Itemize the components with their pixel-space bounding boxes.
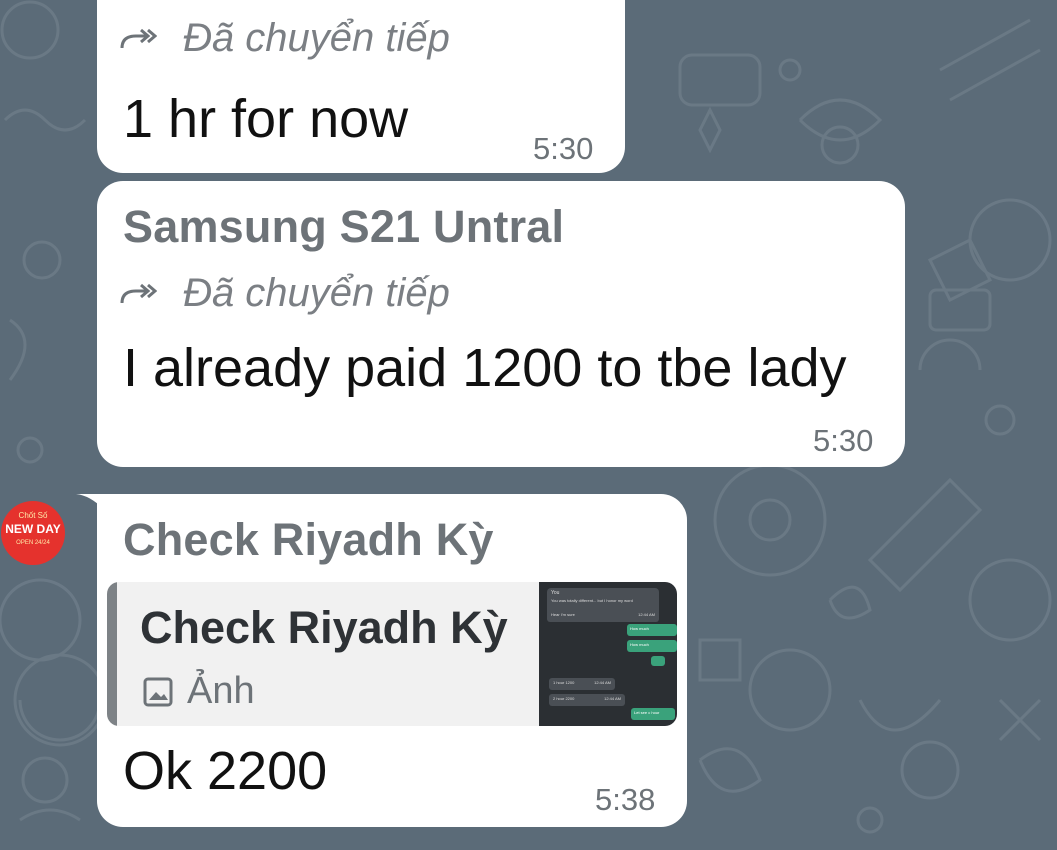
thumb-msg-left-2-time: 12:44 AM [594,680,611,685]
forward-arrow-icon [120,283,157,303]
thumb-msg-left-1-text: Hear I'm sure [551,612,575,617]
thumb-msg-left-2-text: 1 hour 1200 [553,680,575,685]
message-time: 5:38 [595,782,656,817]
message-text: 1 hr for now [123,89,409,149]
reply-media-label: Ảnh [187,670,255,712]
thumb-msg-left-3-text: 2 hour 2200 [553,696,575,701]
reply-preview[interactable]: Check Riyadh Kỳ Ảnh You You was totally … [107,582,677,726]
message-bubble-2[interactable]: Samsung S21 Untral Đã chuyển tiếp I alre… [97,181,905,467]
message-text: I already paid 1200 to tbe lady [123,338,847,398]
thumb-msg-left-1: Hear I'm sure 12:44 AM [547,610,659,622]
reply-accent-bar [107,582,117,726]
avatar-text-line2: NEW DAY [5,522,61,536]
thumb-msg-left-3-time: 12:44 AM [604,696,621,701]
thumb-msg-left-1-time: 12:44 AM [638,612,655,617]
reply-media-row: Ảnh [143,670,255,713]
thumb-msg-right-4: Let see c hour [631,708,675,720]
thumb-msg-right-2: How much [627,640,677,652]
message-time: 5:30 [813,423,874,458]
sender-name[interactable]: Check Riyadh Kỳ [123,514,494,566]
message-text: Ok 2200 [123,741,328,801]
thumb-msg-right-4-text: Let see c hour [634,710,660,715]
thumb-header-line2: You was totally different... but I honor… [551,598,633,603]
avatar-text-line1: Chốt Số [18,511,48,520]
reply-thumbnail[interactable]: You You was totally different... but I h… [539,582,677,726]
thumb-msg-right-2-text: How much [630,642,649,647]
thumb-msg-left-3: 2 hour 2200 12:44 AM [549,694,625,706]
message-bubble-3[interactable]: Check Riyadh Kỳ Check Riyadh Kỳ Ảnh You … [97,494,687,827]
forwarded-label-row: Đã chuyển tiếp [119,271,450,316]
thumb-msg-left-2: 1 hour 1200 12:44 AM [549,678,615,690]
sender-avatar[interactable]: Chốt Số NEW DAY OPEN 24/24 [1,501,65,565]
forward-arrow-icon [120,28,157,48]
thumb-msg-right-1: How much [627,624,677,636]
forwarded-label: Đã chuyển tiếp [183,271,450,315]
thumb-msg-right-3 [651,656,665,666]
forwarded-label: Đã chuyển tiếp [183,16,450,60]
image-icon [143,677,173,706]
reply-sender-name: Check Riyadh Kỳ [140,602,508,653]
thumb-msg-right-1-text: How much [630,626,649,631]
sender-name[interactable]: Samsung S21 Untral [123,201,564,253]
message-bubble-1[interactable]: Đã chuyển tiếp 1 hr for now 5:30 [97,0,625,173]
thumb-header-line1: You [551,590,560,596]
message-time: 5:30 [533,131,594,166]
avatar-text-line3: OPEN 24/24 [16,540,50,546]
forwarded-label-row: Đã chuyển tiếp [119,16,450,61]
